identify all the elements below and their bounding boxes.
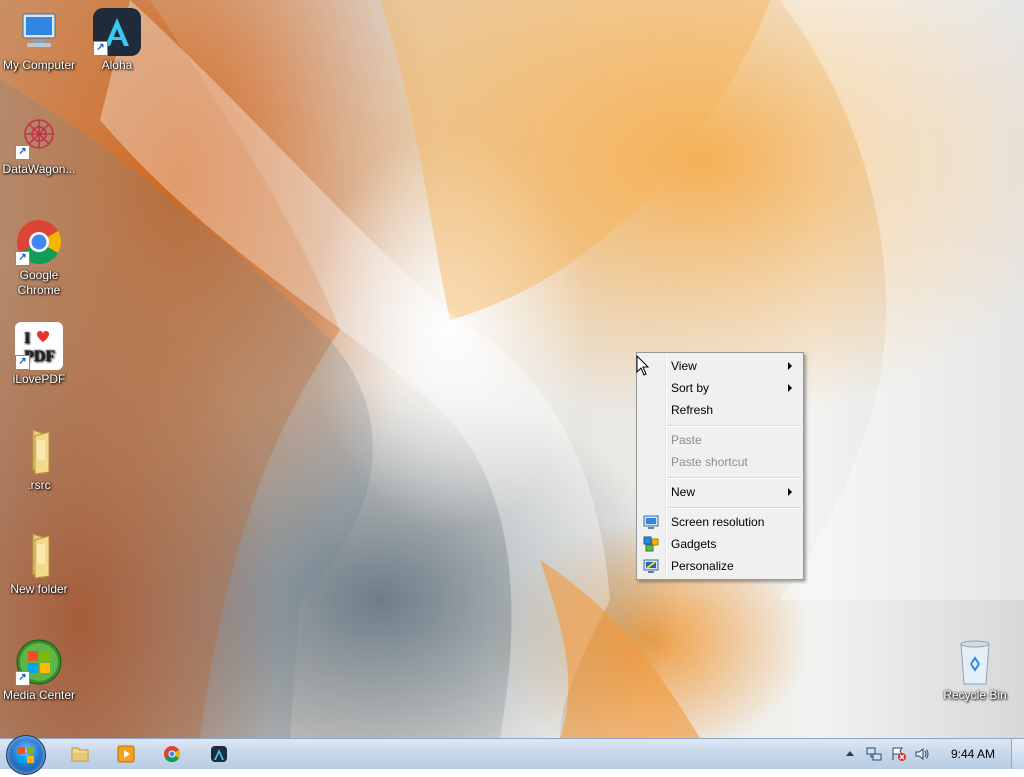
menu-item-sort-by[interactable]: Sort by [639, 377, 801, 399]
menu-item-label: Paste shortcut [671, 455, 748, 469]
desktop-icon-label: Recycle Bin [943, 688, 1007, 702]
menu-item-label: View [671, 359, 697, 373]
taskbar-chrome-button[interactable] [159, 742, 185, 766]
desktop-icon-my-computer[interactable]: My Computer [0, 8, 79, 73]
desktop-icon-rsrc-folder[interactable]: .rsrc [0, 428, 79, 493]
taskbar-aloha-button[interactable] [206, 742, 232, 766]
desktop-icon-label: DataWagon... [2, 162, 76, 176]
ilovepdf-icon: I PDF ↗ [15, 322, 63, 370]
menu-item-new[interactable]: New [639, 481, 801, 503]
menu-item-paste: Paste [639, 429, 801, 451]
menu-item-gadgets[interactable]: Gadgets [639, 533, 801, 555]
menu-item-refresh[interactable]: Refresh [639, 399, 801, 421]
desktop-icon-label: My Computer [2, 58, 76, 72]
menu-item-label: Gadgets [671, 537, 717, 551]
personalize-icon [643, 559, 659, 573]
shortcut-arrow-icon: ↗ [15, 251, 30, 266]
network-icon [866, 747, 882, 761]
desktop-icon-label: Google Chrome [17, 268, 61, 297]
folder-icon [15, 428, 63, 476]
volume-icon [915, 748, 929, 760]
menu-item-label: Sort by [671, 381, 710, 395]
explorer-icon [71, 747, 89, 762]
aloha-browser-icon: ↗ [93, 8, 141, 56]
menu-separator [667, 507, 801, 509]
desktop-icon-datawagon[interactable]: ↗ DataWagon... [0, 112, 79, 177]
desktop-icon-label: .rsrc [27, 478, 51, 492]
menu-item-label: New [671, 485, 696, 499]
desktop-icon-ilovepdf[interactable]: I PDF ↗ iLovePDF [0, 322, 79, 387]
desktop-icon-label: New folder [10, 582, 68, 596]
wallpaper [0, 0, 1024, 738]
recycle-bin-icon [951, 638, 999, 686]
desktop-icon-new-folder[interactable]: New folder [0, 532, 79, 597]
submenu-arrow-icon [788, 384, 792, 392]
desktop-icon-media-center[interactable]: ↗ Media Center [0, 638, 79, 703]
menu-item-paste-shortcut: Paste shortcut [639, 451, 801, 473]
menu-item-label: Paste [671, 433, 702, 447]
menu-item-screen-resolution[interactable]: Screen resolution [639, 511, 801, 533]
datawagon-icon: ↗ [15, 112, 63, 160]
volume-tray-button[interactable] [914, 746, 930, 762]
desktop-icon-label: Aloha [101, 58, 133, 72]
shortcut-arrow-icon: ↗ [15, 671, 30, 686]
taskbar-media-player-button[interactable] [113, 742, 139, 766]
show-hidden-icons-button[interactable] [845, 748, 855, 760]
aloha-browser-icon [211, 746, 227, 762]
taskbar-clock[interactable]: 9:44 AM [951, 747, 995, 761]
desktop-icon-recycle-bin[interactable]: Recycle Bin [935, 638, 1015, 703]
show-desktop-button[interactable] [1011, 739, 1024, 769]
gadgets-icon [643, 536, 659, 552]
menu-separator [667, 477, 801, 479]
media-center-icon: ↗ [15, 638, 63, 686]
chrome-icon: ↗ [15, 218, 63, 266]
submenu-arrow-icon [788, 488, 792, 496]
menu-item-view[interactable]: View [639, 355, 801, 377]
start-button[interactable] [6, 735, 46, 775]
menu-item-label: Screen resolution [671, 515, 765, 529]
folder-icon [15, 532, 63, 580]
menu-item-label: Refresh [671, 403, 714, 417]
menu-item-personalize[interactable]: Personalize [639, 555, 801, 577]
desktop-icon-aloha[interactable]: ↗ Aloha [77, 8, 157, 73]
menu-separator [667, 425, 801, 427]
desktop-icon-chrome[interactable]: ↗ Google Chrome [0, 218, 79, 298]
desktop-icon-label: Media Center [2, 688, 76, 702]
desktop-icon-label: iLovePDF [12, 372, 66, 386]
show-hidden-icons-arrow [846, 751, 854, 756]
screen-resolution-icon [643, 515, 659, 529]
action-center-icon [892, 747, 906, 761]
taskbar: 9:44 AM [0, 735, 1024, 775]
desktop[interactable]: My Computer ↗ Aloha ↗ DataWagon... ↗ Goo… [0, 0, 1024, 738]
media-player-icon [117, 745, 135, 763]
submenu-arrow-icon [788, 362, 792, 370]
shortcut-arrow-icon: ↗ [15, 355, 30, 370]
computer-icon [15, 8, 63, 56]
windows-logo-icon [18, 747, 34, 763]
shortcut-arrow-icon: ↗ [93, 41, 108, 56]
action-center-tray-button[interactable] [891, 746, 907, 762]
svg-text:I: I [24, 330, 30, 347]
shortcut-arrow-icon: ↗ [15, 145, 30, 160]
menu-item-label: Personalize [671, 559, 734, 573]
chrome-icon [164, 746, 181, 763]
network-tray-button[interactable] [866, 746, 882, 762]
desktop-context-menu: View Sort by Refresh Paste Paste shortcu… [636, 352, 804, 580]
taskbar-explorer-button[interactable] [67, 742, 93, 766]
mouse-cursor-icon [636, 355, 650, 376]
